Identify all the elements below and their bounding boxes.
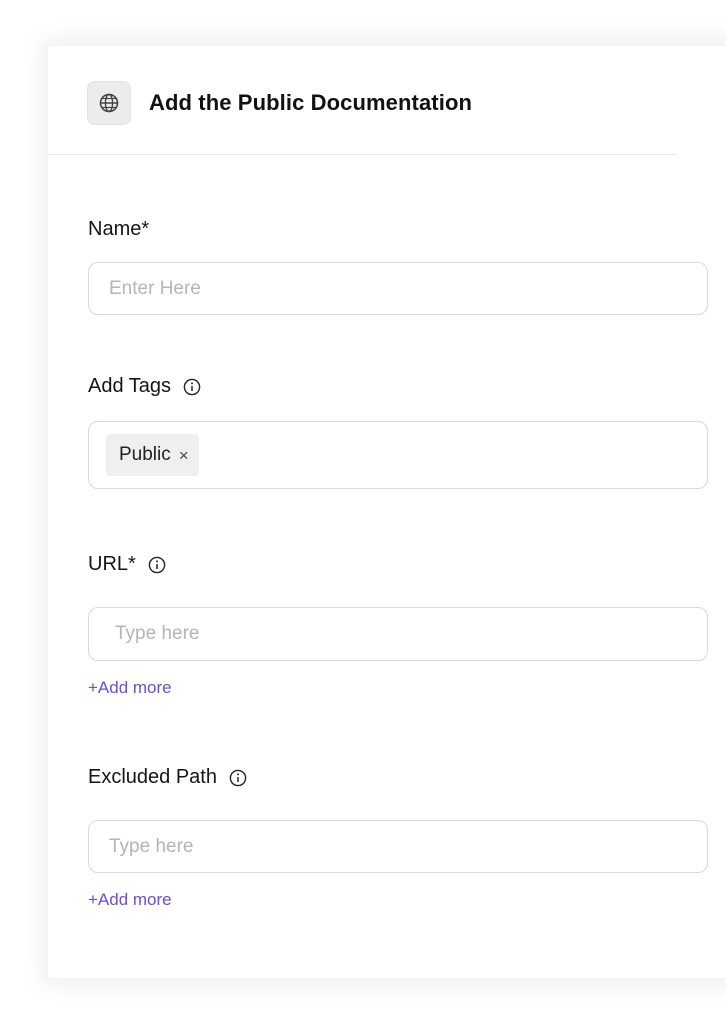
tag-chip: Public ×: [106, 434, 199, 476]
excluded-path-input[interactable]: [109, 821, 669, 872]
excluded-path-label-text: Excluded Path: [88, 766, 217, 788]
name-label: Name*: [88, 218, 149, 241]
excluded-path-field[interactable]: [88, 820, 708, 873]
documentation-form-panel: Add the Public Documentation Name* Add T…: [48, 46, 726, 978]
url-label: URL*: [88, 553, 166, 576]
tags-label-text: Add Tags: [88, 375, 172, 397]
url-add-more-link[interactable]: +Add more: [88, 678, 172, 698]
info-icon[interactable]: [183, 378, 201, 396]
name-label-text: Name*: [88, 218, 150, 240]
url-field[interactable]: [88, 607, 708, 661]
excluded-path-label: Excluded Path: [88, 766, 247, 789]
name-input[interactable]: [109, 263, 669, 314]
panel-header: Add the Public Documentation: [48, 46, 677, 155]
close-icon[interactable]: ×: [179, 447, 189, 464]
page-title: Add the Public Documentation: [149, 90, 473, 115]
info-icon[interactable]: [148, 556, 166, 574]
url-label-text: URL*: [88, 553, 136, 575]
excluded-path-add-more-link[interactable]: +Add more: [88, 890, 172, 910]
info-icon[interactable]: [229, 769, 247, 787]
globe-icon: [87, 81, 131, 125]
tag-label: Public: [119, 444, 171, 465]
tags-label: Add Tags: [88, 375, 201, 398]
name-field[interactable]: [88, 262, 708, 315]
url-input[interactable]: [115, 608, 675, 660]
tags-field[interactable]: Public ×: [88, 421, 708, 489]
page: Add the Public Documentation Name* Add T…: [0, 0, 726, 1024]
